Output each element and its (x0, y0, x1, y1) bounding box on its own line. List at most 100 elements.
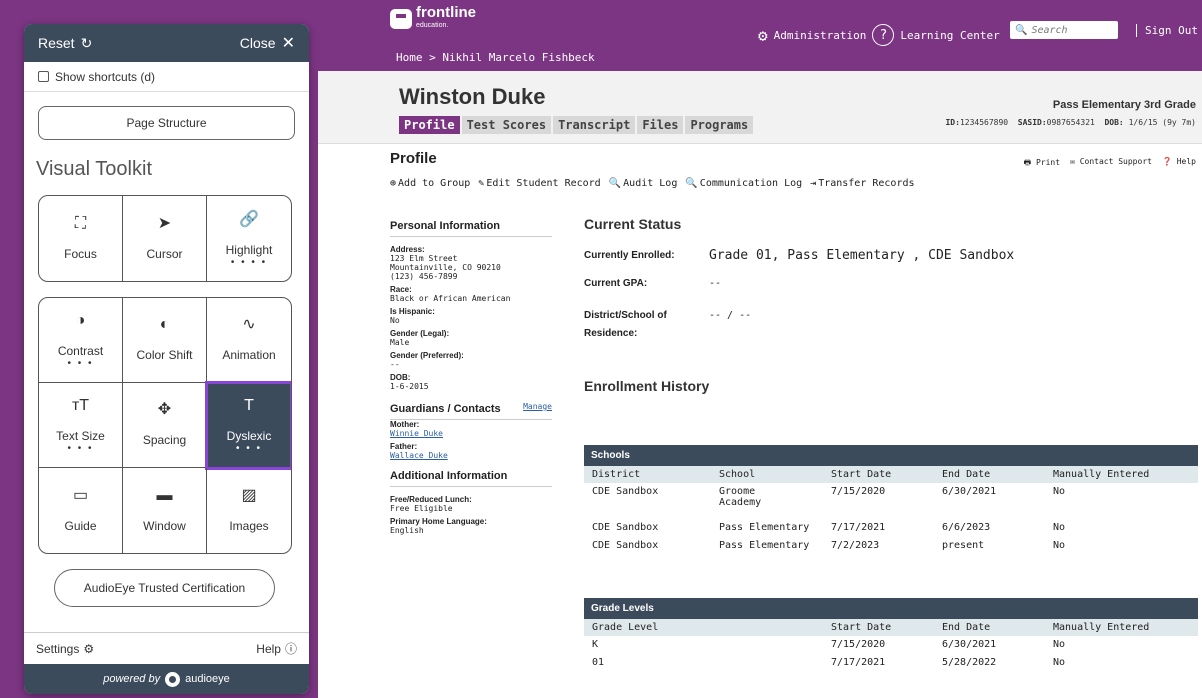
search-input[interactable]: 🔍 Search (1010, 21, 1118, 39)
toolkit-guide-button[interactable]: ▭ Guide (39, 468, 123, 553)
level-dots: • • • (67, 358, 94, 369)
table-header-row: Grade Level Start Date End Date Manually En… (584, 619, 1198, 636)
spacing-label: Spacing (142, 433, 187, 447)
table-cell: CDE Sandbox (592, 522, 659, 533)
mother-link[interactable]: Winnie Duke (390, 429, 443, 438)
student-dob: 1/6/15 (9y 7m) (1128, 118, 1196, 127)
frontline-logo[interactable]: frontline education. (390, 5, 476, 32)
table-row: K 7/15/2020 6/30/2021 No (584, 636, 1198, 654)
action-edit-student-record[interactable]: ✎ Edit Student Record (478, 178, 600, 189)
gender-pref-value: -- (390, 360, 400, 369)
breadcrumb[interactable]: Home > Nikhil Marcelo Fishbeck (396, 51, 595, 64)
learning-center-link[interactable]: Learning Center (900, 29, 999, 42)
toolkit-cursor-button[interactable]: ➤ Cursor (123, 196, 207, 281)
contact-support-link[interactable]: ✉ Contact Support (1070, 157, 1152, 171)
toolkit-images-button[interactable]: ▨ Images (207, 468, 291, 553)
reset-button[interactable]: Reset ↻ (38, 35, 92, 52)
table-row: 01 7/17/2021 5/28/2022 No (584, 654, 1198, 672)
print-link[interactable]: 🖶 Print (1024, 157, 1060, 171)
images-label: Images (229, 518, 269, 533)
student-tabs: Profile Test Scores Transcript Files Program… (399, 116, 754, 134)
manage-guardians-link[interactable]: Manage (523, 402, 552, 411)
enrolled-row: Currently Enrolled: Grade 01, Pass Eleme… (584, 246, 1198, 264)
help-button[interactable]: Help ⓘ (256, 640, 297, 657)
father-link[interactable]: Wallace Duke (390, 451, 448, 460)
toolkit-animation-button[interactable]: ∿ Animation (207, 298, 291, 383)
action-add-to-group[interactable]: ⊕ Add to Group (390, 178, 470, 189)
column-header[interactable]: End Date (934, 469, 1045, 480)
table-cell: 6/30/2021 (942, 639, 997, 650)
action-transfer-records[interactable]: ⇥ Transfer Records (810, 178, 914, 189)
table-title: Schools (584, 445, 1198, 466)
tab-test-scores[interactable]: Test Scores (461, 116, 552, 134)
animation-icon: ∿ (242, 316, 256, 333)
highlight-label: Highlight (225, 242, 273, 257)
table-cell: 7/15/2020 (831, 639, 886, 650)
mother-label: Mother: (390, 420, 420, 429)
toolkit-text-size-button[interactable]: тT Text Size • • • (39, 383, 123, 468)
race-label: Race: (390, 285, 412, 294)
toolkit-group-2: ◑ Contrast • • • ◐ Color Shift ∿ Animation тT Te… (38, 297, 292, 554)
column-header[interactable]: Manually Entered (1045, 622, 1195, 633)
toolkit-color-shift-button[interactable]: ◐ Color Shift (123, 298, 207, 383)
settings-button[interactable]: Settings ⚙ (36, 642, 94, 656)
focus-icon: ⛶ (74, 214, 87, 232)
contrast-label: Contrast (57, 344, 104, 358)
gender-legal-value: Male (390, 338, 410, 347)
toolkit-focus-button[interactable]: ⛶ Focus (39, 196, 123, 281)
district-label: District/School of (584, 309, 667, 321)
student-ids: ID:1234567890 SASID:0987654321 DOB: 1/6/… (945, 118, 1196, 127)
show-shortcuts-toggle[interactable]: Show shortcuts (d) (24, 62, 309, 92)
personal-column: Personal Information Address: 123 Elm St… (390, 221, 552, 539)
administration-link[interactable]: Administration (774, 29, 867, 42)
table-header-row: District School Start Date End Date Manually… (584, 466, 1198, 483)
toolkit-contrast-button[interactable]: ◑ Contrast • • • (39, 298, 123, 383)
help-link[interactable]: ❓ Help (1162, 157, 1196, 171)
column-header[interactable]: End Date (934, 622, 1045, 633)
help-icon: ⓘ (284, 642, 297, 656)
powered-label: powered by (103, 673, 161, 685)
action-communication-log[interactable]: 🔍 Communication Log (685, 178, 802, 189)
toolkit-dyslexic-button[interactable]: T Dyslexic • • • (205, 381, 291, 470)
animation-label: Animation (222, 348, 276, 362)
district-row-2: Residence: (584, 324, 1198, 342)
tab-programs[interactable]: Programs (685, 116, 754, 134)
lunch-value: Free Eligible (390, 504, 453, 513)
page-structure-button[interactable]: Page Structure (38, 106, 295, 140)
action-label: Audit Log (623, 178, 678, 189)
search-icon: 🔍 (685, 178, 698, 189)
question-icon[interactable]: ? (872, 24, 895, 46)
sasid-label: SASID: (1017, 118, 1047, 127)
action-audit-log[interactable]: 🔍 Audit Log (609, 178, 678, 189)
column-header[interactable]: Start Date (823, 622, 934, 633)
top-navigation-bar: frontline education. Home > Nikhil Marcel… (318, 0, 1202, 71)
tab-profile[interactable]: Profile (399, 116, 460, 134)
toolkit-window-button[interactable]: ▬ Window (123, 468, 207, 553)
column-header[interactable]: School (711, 469, 823, 480)
gpa-label: Current GPA: (584, 277, 648, 289)
toolkit-highlight-button[interactable]: 🔗 Highlight • • • • (207, 196, 291, 281)
level-dots: • • • • (230, 256, 268, 268)
highlight-icon: 🔗 (239, 210, 259, 228)
table-cell: CDE Sandbox (592, 486, 659, 497)
shortcuts-checkbox[interactable] (38, 71, 49, 82)
powered-by-bar[interactable]: powered by audioeye (24, 664, 309, 694)
table-cell: present (942, 540, 985, 551)
additional-info-heading: Additional Information (390, 471, 552, 487)
enrolled-value: Grade 01, Pass Elementary , CDE Sandbox (709, 247, 1015, 263)
tab-files[interactable]: Files (637, 116, 684, 134)
tab-transcript[interactable]: Transcript (553, 116, 636, 134)
close-button[interactable]: Close ✕ (240, 33, 295, 53)
column-header[interactable]: Manually Entered (1045, 469, 1195, 480)
table-cell: No (1053, 522, 1066, 533)
phone-line: (123) 456-7899 (390, 272, 458, 281)
column-header[interactable]: District (584, 469, 711, 480)
toolkit-spacing-button[interactable]: ✥ Spacing (123, 383, 207, 468)
color-shift-icon: ◐ (159, 316, 170, 333)
sign-out-link[interactable]: Sign Out (1136, 24, 1198, 37)
column-header[interactable]: Grade Level (584, 622, 823, 633)
column-header[interactable]: Start Date (823, 469, 934, 480)
trusted-certification-button[interactable]: AudioEye Trusted Certification (54, 569, 275, 607)
gear-icon[interactable]: ⚙ (758, 26, 768, 45)
help-label: Help (256, 641, 281, 656)
